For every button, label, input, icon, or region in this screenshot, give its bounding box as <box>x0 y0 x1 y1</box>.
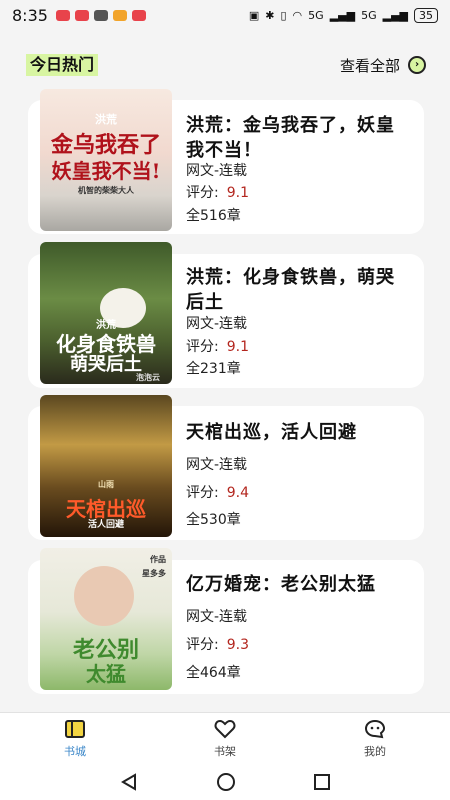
score-label: 评分: <box>186 485 219 501</box>
cover-art: 作品 老公别 太猛 星多多 <box>40 548 172 690</box>
book-category: 网文-连载 <box>186 163 248 179</box>
view-all-label: 查看全部 <box>339 56 400 75</box>
book-title[interactable]: 洪荒：金乌我吞了，妖皇我不当！ <box>186 113 412 163</box>
home-icon[interactable] <box>216 772 236 792</box>
score-label: 评分: <box>186 185 219 201</box>
chevron-right-icon: › <box>408 56 426 74</box>
book-category: 网文-连载 <box>186 609 248 625</box>
cover-badge: 作品 <box>150 554 166 564</box>
cover-art: 山雨 天棺出巡 活人回避 <box>40 395 172 537</box>
chat-smile-icon <box>364 719 386 738</box>
book-score: 评分: 9.1 <box>186 336 249 356</box>
score-label: 评分: <box>186 637 219 653</box>
book-icon <box>65 719 85 738</box>
section-title: 今日热门 <box>26 54 99 76</box>
book-category: 网文-连载 <box>186 316 248 332</box>
tab-bookshelf[interactable]: 书架 <box>150 713 300 764</box>
cover-line-2: 活人回避 <box>87 520 124 530</box>
back-icon[interactable] <box>119 773 139 791</box>
notification-icon <box>74 9 89 21</box>
book-chapters: 全530章 <box>186 512 241 528</box>
heart-icon <box>214 719 236 738</box>
book-title[interactable]: 亿万婚宠：老公别太猛 <box>186 572 412 597</box>
bluetooth-icon: ✱ <box>265 8 275 22</box>
book-cover[interactable]: 山雨 天棺出巡 活人回避 <box>40 395 172 537</box>
book-category: 网文-连载 <box>186 457 248 473</box>
nfc-icon: ▣ <box>248 8 260 22</box>
score-value: 9.4 <box>226 485 249 501</box>
recents-icon[interactable] <box>313 773 331 791</box>
section-header: 今日热门 查看全部 › <box>26 52 426 78</box>
cover-author: 泡泡云 <box>136 372 160 382</box>
cover-badge: 山雨 <box>98 479 114 489</box>
cover-author: 星多多 <box>142 568 166 578</box>
score-value: 9.3 <box>226 637 249 653</box>
notification-icon <box>131 9 146 21</box>
score-value: 9.1 <box>226 185 249 201</box>
signal-icon: ▂▄▆ <box>382 8 408 22</box>
signal-icon: ▂▄▆ <box>329 8 356 22</box>
cover-line-2: 妖皇我不当! <box>51 159 161 183</box>
view-all-button[interactable]: 查看全部 › <box>340 55 426 76</box>
tab-label: 书架 <box>214 744 236 758</box>
battery-icon: 35 <box>414 7 438 23</box>
status-time: 8:35 <box>12 5 48 25</box>
book-chapters: 全464章 <box>186 665 241 681</box>
status-indicators: ▣ ✱ ▯ ◠ 5G ▂▄▆ 5G ▂▄▆ 35 <box>248 7 438 23</box>
tab-label: 书城 <box>64 744 86 758</box>
tab-bookstore[interactable]: 书城 <box>0 713 150 764</box>
book-title[interactable]: 天棺出巡，活人回避 <box>186 420 412 445</box>
notification-icons <box>55 9 146 21</box>
book-score: 评分: 9.3 <box>186 634 249 654</box>
score-value: 9.1 <box>226 339 249 355</box>
book-chapters: 全231章 <box>186 361 241 377</box>
tab-label: 我的 <box>364 744 386 758</box>
wifi-icon: ◠ <box>292 8 303 22</box>
cover-line-2: 太猛 <box>86 662 126 686</box>
network-label: 5G <box>308 8 324 22</box>
book-cover[interactable]: 洪荒 金乌我吞了 妖皇我不当! 机智的柴柴大人 <box>40 89 172 231</box>
cover-art: 洪荒 化身食铁兽 萌哭后土 泡泡云 <box>40 242 172 384</box>
cover-author: 机智的柴柴大人 <box>78 185 134 195</box>
book-score: 评分: 9.4 <box>186 482 249 502</box>
tab-profile[interactable]: 我的 <box>300 713 450 764</box>
notification-icon <box>55 9 70 21</box>
book-chapters: 全516章 <box>186 208 241 224</box>
notification-icon <box>93 9 108 21</box>
notification-icon <box>112 9 127 21</box>
vibrate-icon: ▯ <box>280 8 287 22</box>
book-cover[interactable]: 洪荒 化身食铁兽 萌哭后土 泡泡云 <box>40 242 172 384</box>
score-label: 评分: <box>186 339 219 355</box>
network-label: 5G <box>361 8 377 22</box>
cover-art: 洪荒 金乌我吞了 妖皇我不当! 机智的柴柴大人 <box>40 89 172 231</box>
cover-badge: 洪荒 <box>95 113 117 126</box>
status-bar: 8:35 ▣ ✱ ▯ ◠ 5G ▂▄▆ 5G ▂▄▆ 35 <box>0 0 450 30</box>
bottom-tab-bar: 书城 书架 我的 <box>0 712 450 764</box>
book-title[interactable]: 洪荒：化身食铁兽，萌哭后土 <box>186 265 412 315</box>
system-nav-bar <box>0 764 450 800</box>
book-cover[interactable]: 作品 老公别 太猛 星多多 <box>40 548 172 690</box>
book-score: 评分: 9.1 <box>186 182 249 202</box>
